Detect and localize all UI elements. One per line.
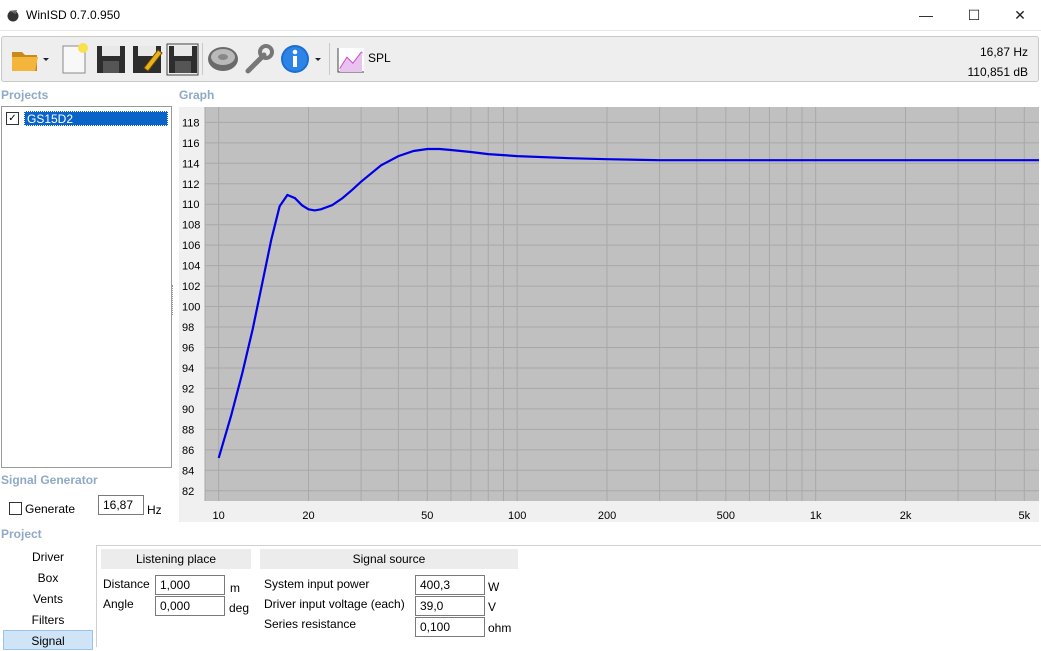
- distance-input[interactable]: 1,000: [155, 575, 225, 595]
- save-as-button[interactable]: [130, 42, 164, 76]
- project-header: Project: [1, 527, 42, 541]
- driver-button[interactable]: [206, 42, 240, 76]
- y-tick-label: 112: [182, 179, 200, 191]
- signal-generator-header: Signal Generator: [1, 473, 98, 487]
- system-input-power-input[interactable]: 400,3: [415, 575, 485, 595]
- system-input-power-label: System input power: [264, 577, 370, 591]
- save-as-icon: [133, 46, 163, 73]
- new-project-button[interactable]: [58, 42, 92, 76]
- series-resistance-label: Series resistance: [264, 617, 357, 631]
- x-tick-label: 2k: [900, 510, 912, 522]
- info-button[interactable]: [278, 42, 326, 76]
- toolbar-separator: [329, 43, 330, 75]
- x-tick-label: 100: [508, 510, 526, 522]
- y-tick-label: 90: [182, 404, 194, 416]
- project-item[interactable]: ✓ GS15D2: [6, 111, 168, 126]
- y-tick-label: 84: [182, 465, 194, 477]
- projects-header: Projects: [1, 88, 49, 102]
- toolbar: SPL 16,87 Hz 110,851 dB: [1, 36, 1039, 82]
- info-icon: [281, 45, 321, 73]
- generator-frequency-input[interactable]: 16,87: [98, 495, 144, 515]
- maximize-icon: ☐: [967, 6, 981, 23]
- voltage-unit: V: [488, 600, 497, 614]
- splitter-handle[interactable]: [172, 285, 176, 315]
- x-tick-label: 10: [213, 510, 225, 522]
- x-tick-label: 20: [302, 510, 314, 522]
- nav-signal[interactable]: Signal: [3, 630, 93, 650]
- y-tick-label: 106: [182, 240, 200, 252]
- close-icon: ✕: [1014, 6, 1026, 23]
- project-checkbox[interactable]: ✓: [6, 112, 19, 125]
- maximize-button[interactable]: ☐: [951, 0, 997, 30]
- distance-label: Distance: [103, 577, 150, 591]
- spl-graph-icon: [337, 48, 364, 73]
- y-tick-label: 116: [182, 138, 200, 150]
- y-tick-label: 110: [182, 199, 200, 211]
- y-tick-label: 82: [182, 486, 194, 498]
- close-button[interactable]: ✕: [997, 0, 1041, 30]
- distance-unit: m: [230, 581, 240, 595]
- plot-area: [205, 107, 1039, 501]
- tools-icon: [245, 44, 274, 74]
- toolbar-separator: [202, 43, 203, 75]
- save-button[interactable]: [94, 42, 128, 76]
- save-icon: [97, 46, 125, 73]
- app-icon: [7, 10, 19, 22]
- y-tick-label: 98: [182, 322, 194, 334]
- graph-header: Graph: [179, 88, 215, 102]
- y-tick-label: 102: [182, 281, 200, 293]
- driver-voltage-label: Driver input voltage (each): [264, 597, 405, 611]
- y-tick-label: 96: [182, 342, 194, 354]
- cursor-readout: 16,87 Hz 110,851 dB: [968, 42, 1029, 82]
- nav-driver[interactable]: Driver: [3, 547, 93, 567]
- project-name: GS15D2: [24, 111, 168, 126]
- spl-label: SPL: [368, 51, 391, 65]
- generator-frequency-unit: Hz: [147, 503, 162, 517]
- x-tick-label: 500: [717, 510, 735, 522]
- window-title: WinISD 0.7.0.950: [26, 8, 121, 22]
- y-tick-label: 86: [182, 445, 194, 457]
- title-bar: WinISD 0.7.0.950 — ☐ ✕: [0, 0, 1041, 31]
- signal-panel: Listening place Distance 1,000 m Angle 0…: [96, 545, 1041, 647]
- readout-frequency: 16,87 Hz: [979, 45, 1028, 59]
- open-button[interactable]: [8, 42, 50, 76]
- save-all-button[interactable]: [166, 42, 200, 76]
- save-all-icon: [166, 43, 199, 76]
- generate-checkbox[interactable]: [9, 502, 22, 515]
- minimize-button[interactable]: —: [903, 0, 949, 30]
- generate-label: Generate: [25, 502, 76, 516]
- y-tick-label: 100: [182, 302, 200, 314]
- angle-unit: deg: [229, 601, 250, 615]
- x-tick-label: 5k: [1018, 510, 1030, 522]
- y-tick-label: 104: [182, 261, 200, 273]
- driver-icon: [208, 47, 238, 71]
- y-tick-label: 94: [182, 363, 194, 375]
- nav-vents[interactable]: Vents: [3, 589, 93, 609]
- open-folder-icon: [12, 52, 49, 71]
- x-tick-label: 50: [421, 510, 433, 522]
- signal-source-header: Signal source: [260, 549, 518, 569]
- nav-box[interactable]: Box: [3, 568, 93, 588]
- x-tick-label: 1k: [810, 510, 822, 522]
- projects-list: ✓ GS15D2: [1, 106, 172, 468]
- tools-button[interactable]: [242, 42, 276, 76]
- power-unit: W: [488, 580, 500, 594]
- x-tick-label: 200: [598, 510, 616, 522]
- y-tick-label: 108: [182, 220, 200, 232]
- y-tick-label: 114: [182, 158, 200, 170]
- nav-filters[interactable]: Filters: [3, 610, 93, 630]
- series-resistance-input[interactable]: 0,100: [415, 617, 485, 637]
- listening-place-header: Listening place: [101, 549, 251, 569]
- resistance-unit: ohm: [488, 621, 512, 635]
- y-tick-label: 92: [182, 383, 194, 395]
- spl-graph[interactable]: 82 84 86 88 90 92 94 96 98 100 102 104 106 108 110 112 1…: [179, 107, 1039, 522]
- driver-voltage-input[interactable]: 39,0: [415, 596, 485, 616]
- readout-level: 110,851 dB: [967, 65, 1029, 79]
- angle-input[interactable]: 0,000: [155, 596, 225, 616]
- new-project-icon: [62, 43, 88, 74]
- y-tick-label: 88: [182, 424, 194, 436]
- y-tick-label: 118: [182, 117, 200, 129]
- minimize-icon: —: [919, 7, 933, 23]
- angle-label: Angle: [103, 597, 134, 611]
